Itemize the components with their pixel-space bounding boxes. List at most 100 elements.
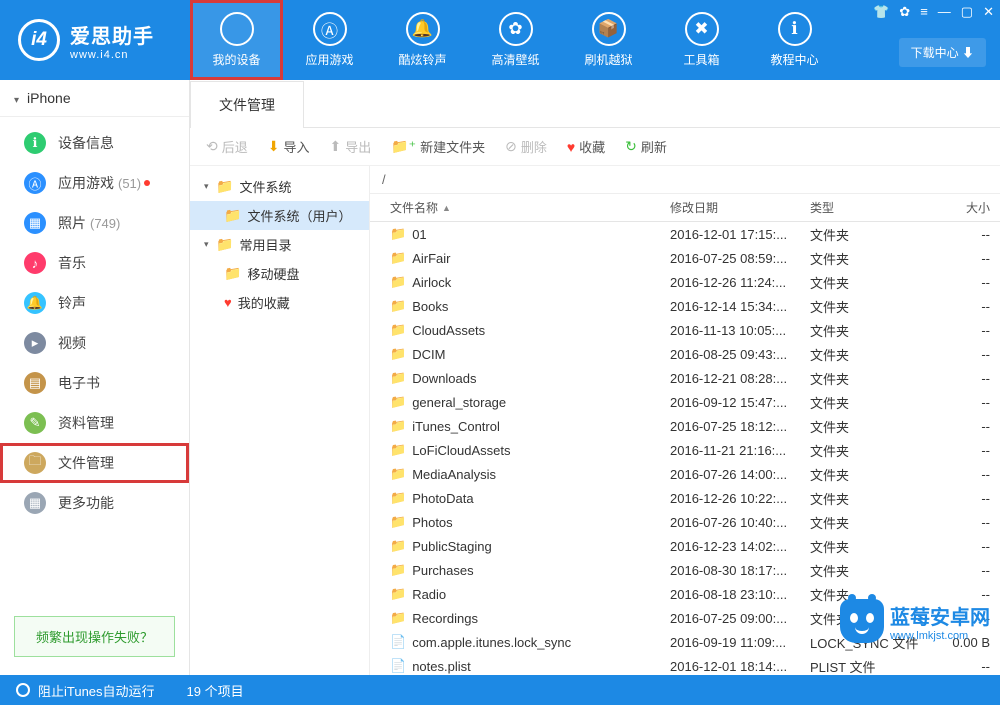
table-row[interactable]: 📁Airlock2016-12-26 11:24:...文件夹-- <box>370 270 1000 294</box>
close-icon[interactable]: ✕ <box>983 4 994 20</box>
export-button[interactable]: ⬆导出 <box>322 133 380 160</box>
table-row[interactable]: 📁iTunes_Control2016-07-25 18:12:...文件夹-- <box>370 414 1000 438</box>
file-icon: 📄 <box>390 634 406 650</box>
folder-icon: 📁 <box>224 265 241 282</box>
device-selector[interactable]: iPhone <box>0 80 189 117</box>
sidebar-item[interactable]: ▦照片(749) <box>0 203 189 243</box>
toolbar: ⟲后退 ⬇导入 ⬆导出 📁⁺新建文件夹 ⊘删除 ♥收藏 ↻刷新 <box>190 128 1000 166</box>
table-row[interactable]: 📁PhotoData2016-12-26 10:22:...文件夹-- <box>370 486 1000 510</box>
table-row[interactable]: 📁Radio2016-08-18 23:10:...文件夹-- <box>370 582 1000 606</box>
badge-dot <box>144 180 150 186</box>
sidebar-icon: ▦ <box>24 212 46 234</box>
col-size-header[interactable]: 大小 <box>930 199 1000 216</box>
table-row[interactable]: 📁Downloads2016-12-21 08:28:...文件夹-- <box>370 366 1000 390</box>
window-controls: 👕 ✿ ≡ — ▢ ✕ <box>873 4 994 20</box>
nav-box[interactable]: 📦刷机越狱 <box>562 0 655 80</box>
sidebar-item[interactable]: ▤电子书 <box>0 363 189 403</box>
gear-icon[interactable]: ✿ <box>899 4 910 20</box>
apple-icon <box>220 12 254 46</box>
nav-flower[interactable]: ✿高清壁纸 <box>469 0 562 80</box>
tree-favorites[interactable]: ♥我的收藏 <box>190 288 369 317</box>
sidebar-item[interactable]: ✎资料管理 <box>0 403 189 443</box>
delete-button[interactable]: ⊘删除 <box>497 133 555 160</box>
table-row[interactable]: 📁Purchases2016-08-30 18:17:...文件夹-- <box>370 558 1000 582</box>
sidebar-icon: ✎ <box>24 412 46 434</box>
file-grid: 📁012016-12-01 17:15:...文件夹--📁AirFair2016… <box>370 222 1000 675</box>
col-date-header[interactable]: 修改日期 <box>660 199 800 216</box>
export-icon: ⬆ <box>330 138 342 155</box>
tree-common[interactable]: ▾📁常用目录 <box>190 230 369 259</box>
sidebar-item[interactable]: ♪音乐 <box>0 243 189 283</box>
import-button[interactable]: ⬇导入 <box>260 133 318 160</box>
sidebar-icon: Ⓐ <box>24 172 46 194</box>
folder-tree: ▾📁文件系统 📁文件系统（用户） ▾📁常用目录 📁移动硬盘 ♥我的收藏 <box>190 166 370 675</box>
status-bar: 阻止iTunes自动运行 19 个项目 <box>0 675 1000 705</box>
tree-filesystem-user[interactable]: 📁文件系统（用户） <box>190 201 369 230</box>
sidebar-icon: ▦ <box>24 492 46 514</box>
table-row[interactable]: 📁Recordings2016-07-25 09:00:...文件夹-- <box>370 606 1000 630</box>
sidebar-icon: ℹ <box>24 132 46 154</box>
table-row[interactable]: 📁AirFair2016-07-25 08:59:...文件夹-- <box>370 246 1000 270</box>
table-row[interactable]: 📁Books2016-12-14 15:34:...文件夹-- <box>370 294 1000 318</box>
nav-appstore[interactable]: Ⓐ应用游戏 <box>283 0 376 80</box>
col-type-header[interactable]: 类型 <box>800 199 930 216</box>
sidebar-list: ℹ设备信息Ⓐ应用游戏(51)▦照片(749)♪音乐🔔铃声▸视频▤电子书✎资料管理… <box>0 117 189 606</box>
maximize-icon[interactable]: ▢ <box>961 4 973 20</box>
table-row[interactable]: 📁DCIM2016-08-25 09:43:...文件夹-- <box>370 342 1000 366</box>
refresh-button[interactable]: ↻刷新 <box>617 133 675 160</box>
table-row[interactable]: 📁012016-12-01 17:15:...文件夹-- <box>370 222 1000 246</box>
sidebar-icon: ♪ <box>24 252 46 274</box>
logo-icon: i4 <box>18 19 60 61</box>
box-icon: 📦 <box>592 12 626 46</box>
tools-icon: ✖ <box>685 12 719 46</box>
sidebar-item[interactable]: ▦更多功能 <box>0 483 189 523</box>
table-row[interactable]: 📁CloudAssets2016-11-13 10:05:...文件夹-- <box>370 318 1000 342</box>
path-bar[interactable]: / <box>370 166 1000 194</box>
col-name-header[interactable]: 文件名称▲ <box>370 199 660 216</box>
download-center-button[interactable]: 下载中心 ⬇ <box>899 38 986 67</box>
info-icon: ℹ <box>778 12 812 46</box>
heart-icon: ♥ <box>567 139 575 155</box>
sidebar-item[interactable]: 🔔铃声 <box>0 283 189 323</box>
minimize-icon[interactable]: — <box>938 4 951 20</box>
back-button[interactable]: ⟲后退 <box>198 133 256 160</box>
folder-icon: 📁 <box>390 322 406 338</box>
table-row[interactable]: 📁MediaAnalysis2016-07-26 14:00:...文件夹-- <box>370 462 1000 486</box>
file-icon: 📄 <box>390 658 406 674</box>
table-row[interactable]: 📁PublicStaging2016-12-23 14:02:...文件夹-- <box>370 534 1000 558</box>
tab-filemanager[interactable]: 文件管理 <box>190 81 304 128</box>
flower-icon: ✿ <box>499 12 533 46</box>
nav-info[interactable]: ℹ教程中心 <box>748 0 841 80</box>
back-icon: ⟲ <box>206 138 218 155</box>
nav-apple[interactable]: 我的设备 <box>190 0 283 80</box>
table-row[interactable]: 📄notes.plist2016-12-01 18:14:...PLIST 文件… <box>370 654 1000 675</box>
sidebar-item[interactable]: 🗀文件管理 <box>0 443 189 483</box>
lines-icon[interactable]: ≡ <box>920 4 928 20</box>
sidebar-icon: ▸ <box>24 332 46 354</box>
favorite-button[interactable]: ♥收藏 <box>559 133 613 160</box>
table-row[interactable]: 📁Photos2016-07-26 10:40:...文件夹-- <box>370 510 1000 534</box>
folder-icon: 📁 <box>390 394 406 410</box>
folder-icon: 📁 <box>216 236 233 253</box>
tree-filesystem[interactable]: ▾📁文件系统 <box>190 172 369 201</box>
table-row[interactable]: 📁LoFiCloudAssets2016-11-21 21:16:...文件夹-… <box>370 438 1000 462</box>
folder-icon: 📁 <box>390 466 406 482</box>
table-row[interactable]: 📄com.apple.itunes.lock_sync2016-09-19 11… <box>370 630 1000 654</box>
table-row[interactable]: 📁general_storage2016-09-12 15:47:...文件夹-… <box>370 390 1000 414</box>
sidebar-item[interactable]: Ⓐ应用游戏(51) <box>0 163 189 203</box>
itunes-block-toggle[interactable]: 阻止iTunes自动运行 <box>0 681 171 700</box>
refresh-icon: ↻ <box>625 138 637 155</box>
folder-icon: 📁 <box>390 274 406 290</box>
sidebar-item[interactable]: ▸视频 <box>0 323 189 363</box>
sidebar-item[interactable]: ℹ设备信息 <box>0 123 189 163</box>
tab-bar: 文件管理 <box>190 80 1000 128</box>
folder-icon: 📁 <box>390 226 406 242</box>
folder-icon: 📁 <box>224 207 241 224</box>
nav-bell[interactable]: 🔔酷炫铃声 <box>376 0 469 80</box>
shirt-icon[interactable]: 👕 <box>873 4 889 20</box>
newfolder-button[interactable]: 📁⁺新建文件夹 <box>383 133 493 160</box>
folder-icon: 📁 <box>390 346 406 362</box>
help-link[interactable]: 频繁出现操作失败？ <box>14 616 175 657</box>
tree-drive[interactable]: 📁移动硬盘 <box>190 259 369 288</box>
nav-tools[interactable]: ✖工具箱 <box>655 0 748 80</box>
